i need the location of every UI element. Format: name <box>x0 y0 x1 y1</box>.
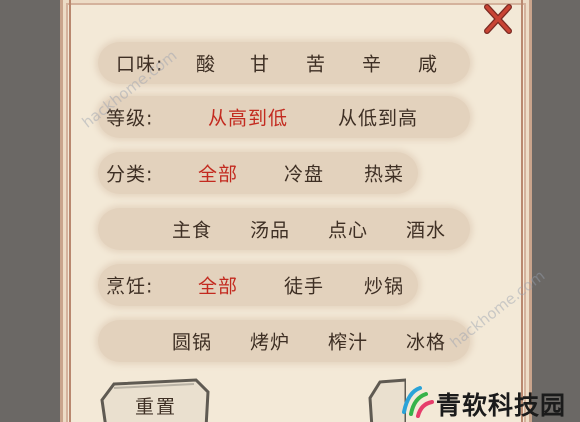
site-logo: 青软科技园 <box>398 382 578 420</box>
taste-option-sour[interactable]: 酸 <box>196 50 216 77</box>
close-icon <box>484 4 512 34</box>
cooking-option-wok[interactable]: 炒锅 <box>364 272 404 299</box>
category-option-dessert[interactable]: 点心 <box>328 216 368 243</box>
logo-icon <box>402 386 434 418</box>
cooking-option-all[interactable]: 全部 <box>198 272 238 299</box>
close-button[interactable] <box>480 2 516 36</box>
grade-row: 等级: 从高到低 从低到高 <box>98 96 470 138</box>
taste-option-salty[interactable]: 咸 <box>418 50 438 77</box>
category-option-all[interactable]: 全部 <box>198 160 238 187</box>
category-label: 分类: <box>106 163 154 186</box>
category-option-hot-dish[interactable]: 热菜 <box>364 160 404 187</box>
grade-option-low-to-high[interactable]: 从低到高 <box>338 104 418 131</box>
cooking-option-ice-tray[interactable]: 冰格 <box>406 328 446 355</box>
reset-button-label: 重置 <box>134 396 177 418</box>
cooking-option-oven[interactable]: 烤炉 <box>250 328 290 355</box>
filter-dialog: 口味: 酸 甘 苦 辛 咸 等级: 从高到低 从低到高 分类: 全部 冷盘 热菜… <box>0 0 580 422</box>
grade-option-high-to-low[interactable]: 从高到低 <box>208 104 288 131</box>
category-row-2: 主食 汤品 点心 酒水 <box>98 208 470 250</box>
category-option-staple[interactable]: 主食 <box>172 216 212 243</box>
cooking-row-2: 圆锅 烤炉 榨汁 冰格 <box>98 320 470 362</box>
category-row: 分类: 全部 冷盘 热菜 <box>98 152 418 194</box>
category-option-soup[interactable]: 汤品 <box>250 216 290 243</box>
category-option-drinks[interactable]: 酒水 <box>406 216 446 243</box>
taste-option-sweet[interactable]: 甘 <box>250 50 270 77</box>
cooking-option-round-pot[interactable]: 圆锅 <box>172 328 212 355</box>
cooking-option-bare-hand[interactable]: 徒手 <box>284 272 324 299</box>
category-option-cold-dish[interactable]: 冷盘 <box>284 160 324 187</box>
reset-button[interactable]: 重置 <box>100 378 212 422</box>
cooking-label: 烹饪: <box>106 275 154 298</box>
logo-text: 青软科技园 <box>436 391 567 420</box>
cooking-option-juicer[interactable]: 榨汁 <box>328 328 368 355</box>
cooking-row: 烹饪: 全部 徒手 炒锅 <box>98 264 418 306</box>
taste-option-spicy[interactable]: 辛 <box>362 50 382 77</box>
taste-option-bitter[interactable]: 苦 <box>306 50 326 77</box>
